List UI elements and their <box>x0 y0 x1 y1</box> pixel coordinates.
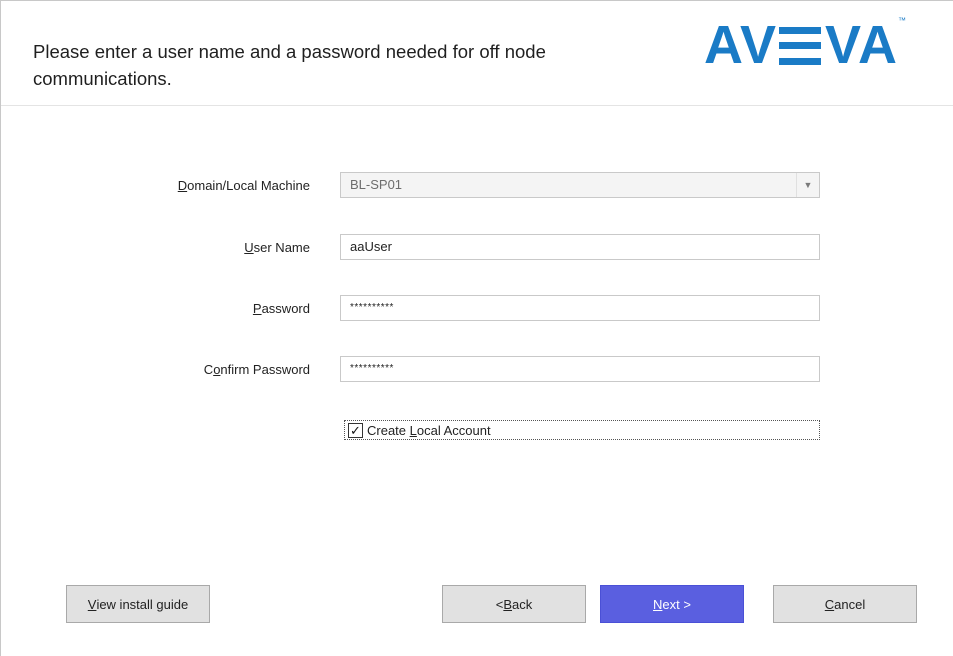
confirm-password-label: Confirm Password <box>203 362 310 377</box>
username-input[interactable]: aaUser <box>340 234 820 260</box>
create-local-account-checkbox[interactable]: ✓ <box>348 422 363 438</box>
logo-letter-v: V <box>740 15 778 75</box>
password-label: Password <box>252 301 310 316</box>
logo-letters-va: VA <box>825 15 899 75</box>
cancel-button[interactable]: Cancel <box>773 585 917 623</box>
domain-select[interactable]: BL-SP01 ▼ <box>340 172 820 198</box>
domain-label: Domain/Local Machine <box>177 178 310 193</box>
confirm-password-input[interactable]: ********** <box>340 356 820 382</box>
chevron-down-icon[interactable]: ▼ <box>796 173 819 197</box>
instruction-text: Please enter a user name and a password … <box>33 41 546 89</box>
logo-e-glyph <box>779 27 822 65</box>
next-button[interactable]: Next > <box>600 585 744 623</box>
username-label: User Name <box>244 240 310 255</box>
logo-trademark: ™ <box>898 16 907 25</box>
domain-value: BL-SP01 <box>350 177 403 192</box>
password-input[interactable]: ********** <box>340 295 820 321</box>
view-install-guide-button[interactable]: View install guide <box>66 585 210 623</box>
create-local-account-checkbox-row[interactable]: ✓ Create Local Account <box>344 420 820 440</box>
back-button[interactable]: < Back <box>442 585 586 623</box>
checkmark-icon: ✓ <box>350 422 361 438</box>
installer-window: Please enter a user name and a password … <box>0 0 953 656</box>
logo-letter-a: A <box>704 15 740 75</box>
header: Please enter a user name and a password … <box>1 1 953 106</box>
create-local-account-label[interactable]: Create Local Account <box>367 423 491 438</box>
aveva-logo: AV VA ™ <box>704 15 906 75</box>
